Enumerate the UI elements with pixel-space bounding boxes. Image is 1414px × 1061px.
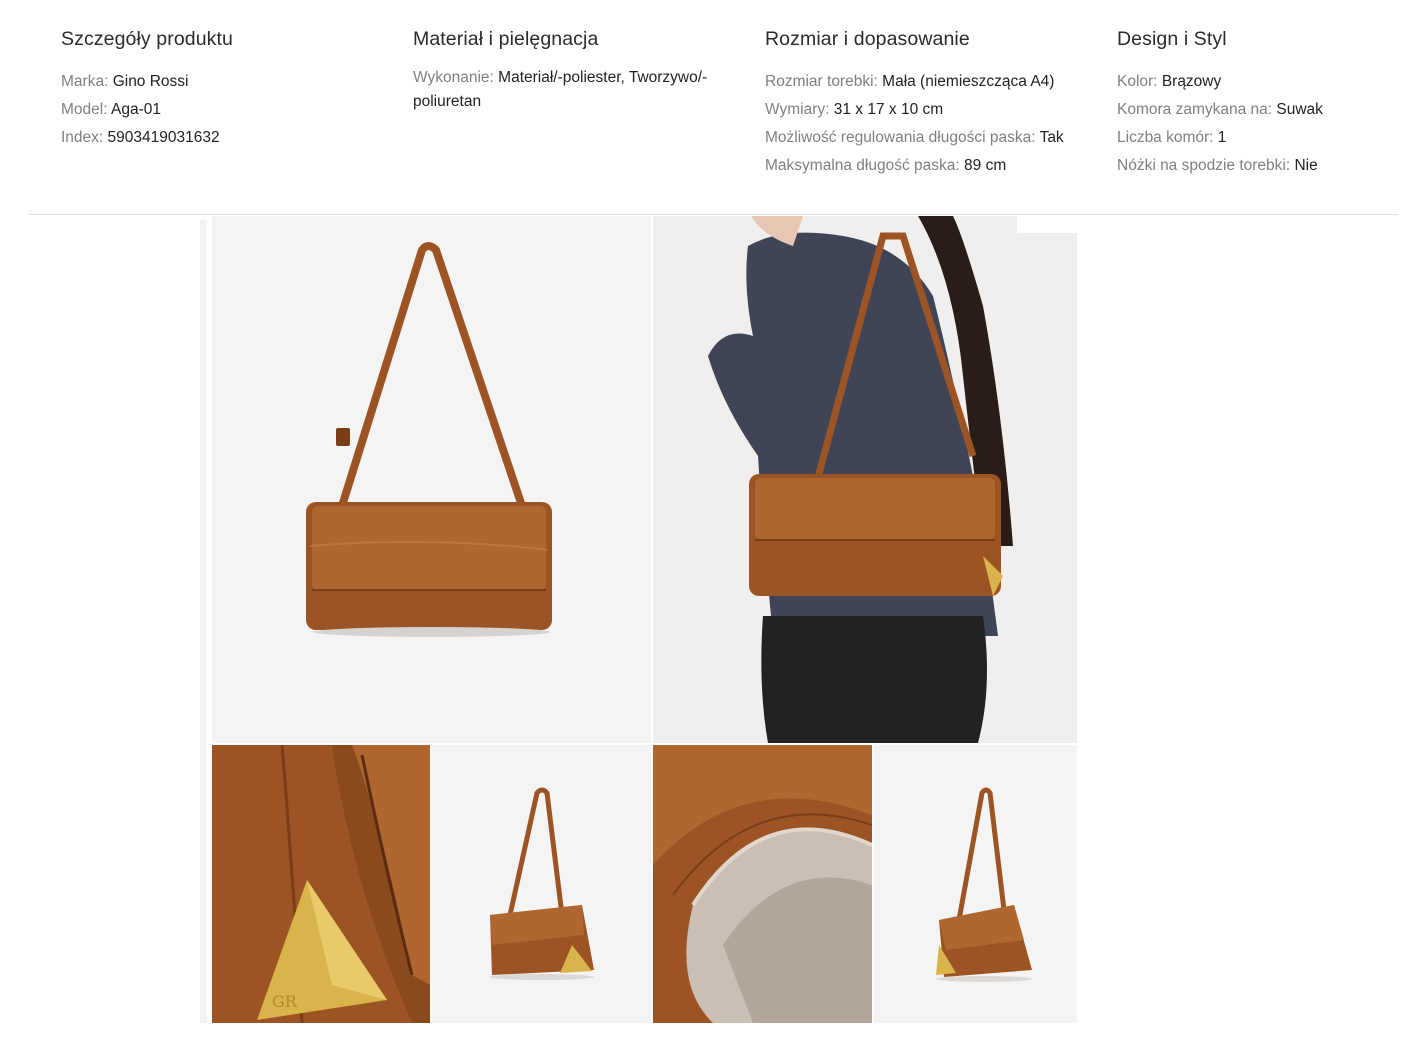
gallery-left-edge	[200, 220, 207, 1023]
spec-value: 89 cm	[964, 157, 1007, 174]
product-specs: Szczegóły produktu Marka: Gino Rossi Mod…	[0, 0, 1414, 214]
spec-row-bag-size: Rozmiar torebki: Mała (niemieszcząca A4)	[765, 68, 1105, 96]
spec-value: Aga-01	[110, 101, 161, 118]
spec-key: Index:	[61, 129, 104, 146]
spec-row-feet: Nóżki na spodzie torebki: Nie	[1117, 152, 1407, 180]
spec-section-product-details: Szczegóły produktu Marka: Gino Rossi Mod…	[61, 26, 391, 152]
spec-key: Nóżki na spodzie torebki:	[1117, 157, 1291, 174]
spec-value: Brązowy	[1161, 73, 1222, 90]
bag-front-image[interactable]	[212, 216, 651, 743]
spec-key: Wymiary:	[765, 101, 830, 118]
spec-value: 1	[1217, 129, 1227, 146]
spec-value: Tak	[1039, 129, 1064, 146]
bag-back-image[interactable]	[874, 745, 1077, 1023]
spec-value: Gino Rossi	[112, 73, 189, 90]
spec-key: Model:	[61, 101, 108, 118]
spec-key: Rozmiar torebki:	[765, 73, 878, 90]
spec-row-dimensions: Wymiary: 31 x 17 x 10 cm	[765, 96, 1105, 124]
spec-value: Suwak	[1276, 101, 1323, 118]
section-title: Materiał i pielęgnacja	[413, 28, 599, 50]
bag-side-image[interactable]	[432, 745, 651, 1023]
spec-key: Komora zamykana na:	[1117, 101, 1273, 118]
bag-closeup-triangle-image[interactable]: GR	[212, 745, 430, 1023]
spec-row-model: Model: Aga-01	[61, 96, 391, 124]
spec-key: Możliwość regulowania długości paska:	[765, 129, 1036, 146]
section-title: Rozmiar i dopasowanie	[765, 28, 970, 50]
spec-section-material-care: Materiał i pielęgnacja Wykonanie: Materi…	[413, 26, 743, 114]
spec-key: Maksymalna długość paska:	[765, 157, 960, 174]
spec-row-closure: Komora zamykana na: Suwak	[1117, 96, 1407, 124]
spec-value: Mała (niemieszcząca A4)	[882, 73, 1055, 90]
spec-row-adjustable-strap: Możliwość regulowania długości paska: Ta…	[765, 124, 1105, 152]
spec-row-color: Kolor: Brązowy	[1117, 68, 1407, 96]
spec-row-material: Wykonanie: Materiał/-poliester, Tworzywo…	[413, 66, 743, 114]
bag-model-image[interactable]	[653, 216, 1077, 743]
spec-key: Kolor:	[1117, 73, 1158, 90]
bag-interior-image[interactable]	[653, 745, 872, 1023]
spec-row-max-strap-length: Maksymalna długość paska: 89 cm	[765, 152, 1105, 180]
spec-key: Marka:	[61, 73, 109, 90]
spec-section-design-style: Design i Styl Kolor: Brązowy Komora zamy…	[1117, 26, 1407, 180]
spec-key: Liczba komór:	[1117, 129, 1214, 146]
spec-value: Nie	[1294, 157, 1318, 174]
section-divider	[28, 214, 1398, 215]
spec-key: Wykonanie:	[413, 69, 494, 86]
spec-value: 5903419031632	[107, 129, 220, 146]
section-title: Szczegóły produktu	[61, 28, 233, 50]
spec-value: 31 x 17 x 10 cm	[833, 101, 944, 118]
spec-row-brand: Marka: Gino Rossi	[61, 68, 391, 96]
spec-section-size-fit: Rozmiar i dopasowanie Rozmiar torebki: M…	[765, 26, 1105, 180]
spec-row-compartments: Liczba komór: 1	[1117, 124, 1407, 152]
spec-row-index: Index: 5903419031632	[61, 124, 391, 152]
section-title: Design i Styl	[1117, 28, 1227, 50]
svg-text:GR: GR	[272, 992, 298, 1011]
